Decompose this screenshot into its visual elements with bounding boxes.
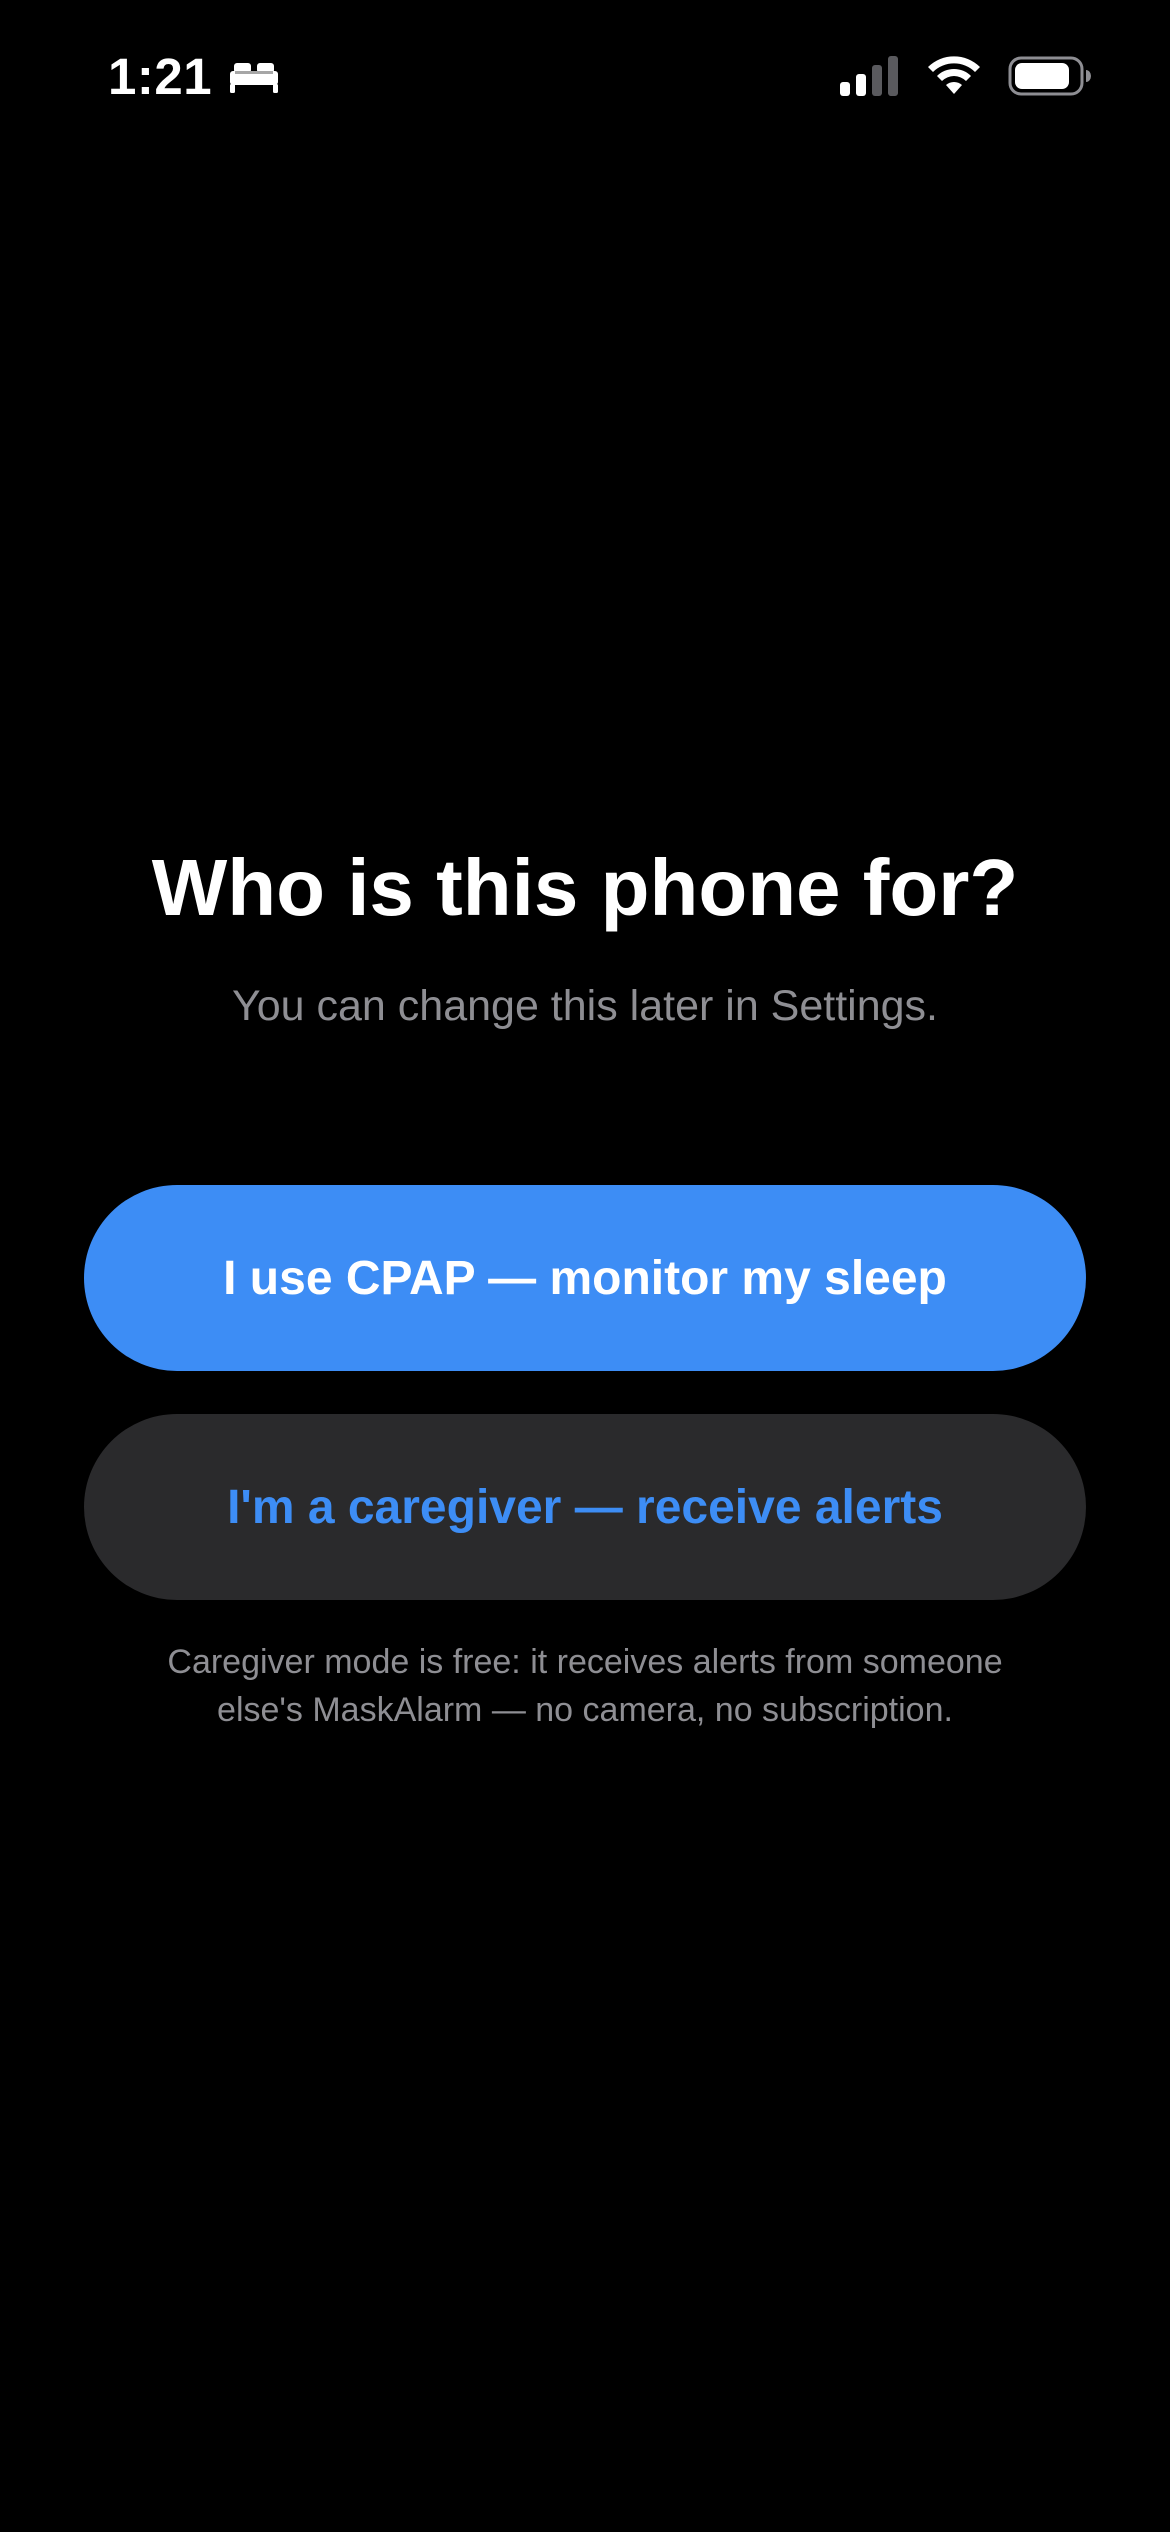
battery-icon	[1008, 56, 1091, 96]
caregiver-button-label: I'm a caregiver — receive alerts	[227, 1480, 943, 1534]
status-indicators	[838, 52, 1092, 100]
status-time: 1:21	[108, 48, 213, 105]
bed-icon	[230, 63, 279, 93]
page-subtitle: You can change this later in Settings.	[232, 982, 938, 1030]
cellular-signal-icon	[840, 56, 898, 96]
onboarding-screen: 1:21 Who is this phone for? You can chan…	[0, 0, 1170, 2532]
cpap-user-button-label: I use CPAP — monitor my sleep	[223, 1251, 947, 1305]
status-time-group: 1:21	[108, 46, 282, 108]
footnote-line-1: Caregiver mode is free: it receives aler…	[167, 1643, 1003, 1681]
caregiver-button[interactable]: I'm a caregiver — receive alerts	[84, 1414, 1086, 1600]
status-bar: 1:21	[0, 0, 1170, 150]
wifi-icon	[928, 56, 980, 94]
footnote-line-2: else's MaskAlarm — no camera, no subscri…	[217, 1691, 953, 1729]
cpap-user-button[interactable]: I use CPAP — monitor my sleep	[84, 1185, 1086, 1371]
caregiver-footnote: Caregiver mode is free: it receives aler…	[100, 1638, 1070, 1734]
page-title: Who is this phone for?	[151, 843, 1019, 932]
